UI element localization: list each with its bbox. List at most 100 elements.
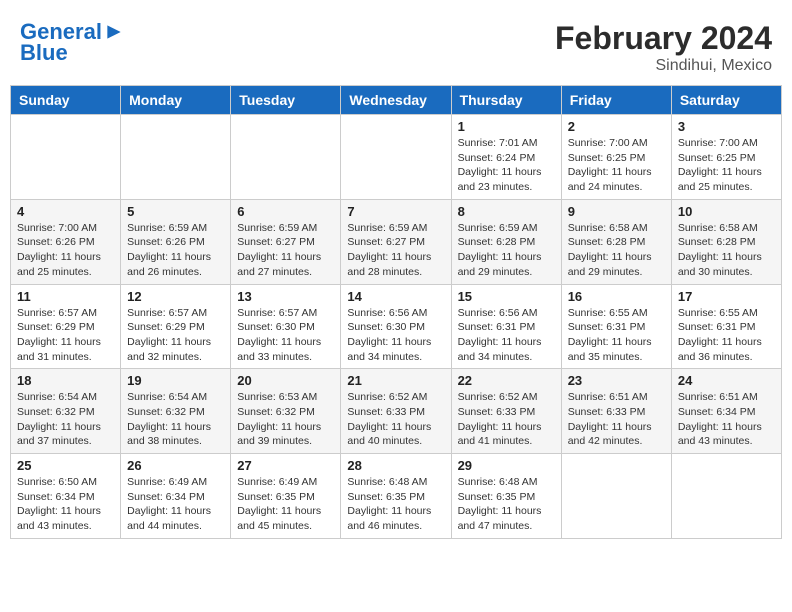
day-info: Sunrise: 6:52 AMSunset: 6:33 PMDaylight:… xyxy=(458,390,555,449)
calendar-cell: 29Sunrise: 6:48 AMSunset: 6:35 PMDayligh… xyxy=(451,454,561,539)
day-number: 6 xyxy=(237,204,334,219)
day-info: Sunrise: 6:51 AMSunset: 6:34 PMDaylight:… xyxy=(678,390,775,449)
day-info: Sunrise: 6:58 AMSunset: 6:28 PMDaylight:… xyxy=(568,221,665,280)
calendar-cell: 26 Sunrise: 6:49 AMSunset: 6:34 PMDayligh… xyxy=(121,454,231,539)
calendar-cell: 23 Sunrise: 6:51 AMSunset: 6:33 PMDayligh… xyxy=(561,369,671,454)
calendar-cell: 9 Sunrise: 6:58 AMSunset: 6:28 PMDaylight… xyxy=(561,199,671,284)
day-number: 25 xyxy=(17,458,114,473)
calendar-cell xyxy=(341,115,451,200)
day-info: Sunrise: 6:59 AMSunset: 6:26 PMDaylight:… xyxy=(127,221,224,280)
header: General Blue February 2024 Sindihui, Mex… xyxy=(10,10,782,80)
day-number: 5 xyxy=(127,204,224,219)
calendar-cell xyxy=(231,115,341,200)
day-number: 21 xyxy=(347,373,444,388)
day-info: Sunrise: 6:56 AMSunset: 6:30 PMDaylight:… xyxy=(347,306,444,365)
calendar-cell: 10 Sunrise: 6:58 AMSunset: 6:28 PMDayligh… xyxy=(671,199,781,284)
day-number: 20 xyxy=(237,373,334,388)
day-number: 23 xyxy=(568,373,665,388)
day-number: 13 xyxy=(237,289,334,304)
calendar-week-row: 18Sunrise: 6:54 AMSunset: 6:32 PMDayligh… xyxy=(11,369,782,454)
calendar-cell: 1 Sunrise: 7:01 AMSunset: 6:24 PMDaylight… xyxy=(451,115,561,200)
location-title: Sindihui, Mexico xyxy=(555,57,772,75)
day-number: 9 xyxy=(568,204,665,219)
calendar-cell: 16 Sunrise: 6:55 AMSunset: 6:31 PMDayligh… xyxy=(561,284,671,369)
calendar-table: SundayMondayTuesdayWednesdayThursdayFrid… xyxy=(10,85,782,539)
day-number: 27 xyxy=(237,458,334,473)
weekday-header-tuesday: Tuesday xyxy=(231,86,341,115)
day-number: 2 xyxy=(568,119,665,134)
day-info: Sunrise: 6:48 AMSunset: 6:35 PMDaylight:… xyxy=(347,475,444,534)
weekday-header-saturday: Saturday xyxy=(671,86,781,115)
day-number: 19 xyxy=(127,373,224,388)
calendar-cell: 2 Sunrise: 7:00 AMSunset: 6:25 PMDaylight… xyxy=(561,115,671,200)
calendar-week-row: 4 Sunrise: 7:00 AMSunset: 6:26 PMDaylight… xyxy=(11,199,782,284)
calendar-cell: 13 Sunrise: 6:57 AMSunset: 6:30 PMDayligh… xyxy=(231,284,341,369)
calendar-cell: 6 Sunrise: 6:59 AMSunset: 6:27 PMDaylight… xyxy=(231,199,341,284)
calendar-cell: 22 Sunrise: 6:52 AMSunset: 6:33 PMDayligh… xyxy=(451,369,561,454)
day-info: Sunrise: 6:49 AMSunset: 6:34 PMDaylight:… xyxy=(127,475,224,534)
calendar-cell: 20 Sunrise: 6:53 AMSunset: 6:32 PMDayligh… xyxy=(231,369,341,454)
weekday-header-sunday: Sunday xyxy=(11,86,121,115)
calendar-week-row: 11 Sunrise: 6:57 AMSunset: 6:29 PMDayligh… xyxy=(11,284,782,369)
day-number: 24 xyxy=(678,373,775,388)
day-info: Sunrise: 7:00 AMSunset: 6:25 PMDaylight:… xyxy=(568,136,665,195)
day-info: Sunrise: 6:50 AMSunset: 6:34 PMDaylight:… xyxy=(17,475,114,534)
calendar-cell xyxy=(11,115,121,200)
day-number: 3 xyxy=(678,119,775,134)
day-info: Sunrise: 6:56 AMSunset: 6:31 PMDaylight:… xyxy=(458,306,555,365)
day-info: Sunrise: 7:01 AMSunset: 6:24 PMDaylight:… xyxy=(458,136,555,195)
day-number: 1 xyxy=(458,119,555,134)
calendar-cell: 19 Sunrise: 6:54 AMSunset: 6:32 PMDayligh… xyxy=(121,369,231,454)
logo: General Blue xyxy=(20,20,124,66)
day-number: 15 xyxy=(458,289,555,304)
day-info: Sunrise: 6:57 AMSunset: 6:29 PMDaylight:… xyxy=(127,306,224,365)
logo-icon xyxy=(104,22,124,42)
day-info: Sunrise: 6:57 AMSunset: 6:30 PMDaylight:… xyxy=(237,306,334,365)
day-number: 10 xyxy=(678,204,775,219)
calendar-cell: 28 Sunrise: 6:48 AMSunset: 6:35 PMDayligh… xyxy=(341,454,451,539)
calendar-cell: 14 Sunrise: 6:56 AMSunset: 6:30 PMDayligh… xyxy=(341,284,451,369)
month-title: February 2024 xyxy=(555,20,772,57)
day-info: Sunrise: 6:59 AMSunset: 6:28 PMDaylight:… xyxy=(458,221,555,280)
calendar-cell: 4 Sunrise: 7:00 AMSunset: 6:26 PMDaylight… xyxy=(11,199,121,284)
weekday-header-thursday: Thursday xyxy=(451,86,561,115)
day-number: 28 xyxy=(347,458,444,473)
calendar-cell: 11Sunrise: 6:57 AMSunset: 6:29 PMDayligh… xyxy=(11,284,121,369)
day-number: 16 xyxy=(568,289,665,304)
weekday-header-monday: Monday xyxy=(121,86,231,115)
day-number: 7 xyxy=(347,204,444,219)
title-area: February 2024 Sindihui, Mexico xyxy=(555,20,772,75)
day-info: Sunrise: 7:00 AMSunset: 6:25 PMDaylight:… xyxy=(678,136,775,195)
day-info: Sunrise: 6:59 AMSunset: 6:27 PMDaylight:… xyxy=(347,221,444,280)
calendar-cell: 15 Sunrise: 6:56 AMSunset: 6:31 PMDayligh… xyxy=(451,284,561,369)
day-info: Sunrise: 6:59 AMSunset: 6:27 PMDaylight:… xyxy=(237,221,334,280)
calendar-cell xyxy=(121,115,231,200)
day-number: 29 xyxy=(458,458,555,473)
calendar-cell xyxy=(561,454,671,539)
day-info: Sunrise: 6:54 AMSunset: 6:32 PMDaylight:… xyxy=(127,390,224,449)
day-number: 11 xyxy=(17,289,114,304)
calendar-cell: 24 Sunrise: 6:51 AMSunset: 6:34 PMDayligh… xyxy=(671,369,781,454)
day-number: 17 xyxy=(678,289,775,304)
day-info: Sunrise: 6:52 AMSunset: 6:33 PMDaylight:… xyxy=(347,390,444,449)
calendar-cell: 21 Sunrise: 6:52 AMSunset: 6:33 PMDayligh… xyxy=(341,369,451,454)
calendar-cell: 18Sunrise: 6:54 AMSunset: 6:32 PMDayligh… xyxy=(11,369,121,454)
day-info: Sunrise: 6:55 AMSunset: 6:31 PMDaylight:… xyxy=(568,306,665,365)
weekday-header-friday: Friday xyxy=(561,86,671,115)
day-info: Sunrise: 6:49 AMSunset: 6:35 PMDaylight:… xyxy=(237,475,334,534)
day-number: 22 xyxy=(458,373,555,388)
calendar-cell: 8 Sunrise: 6:59 AMSunset: 6:28 PMDaylight… xyxy=(451,199,561,284)
calendar-cell: 17 Sunrise: 6:55 AMSunset: 6:31 PMDayligh… xyxy=(671,284,781,369)
day-number: 26 xyxy=(127,458,224,473)
day-info: Sunrise: 6:53 AMSunset: 6:32 PMDaylight:… xyxy=(237,390,334,449)
day-info: Sunrise: 6:58 AMSunset: 6:28 PMDaylight:… xyxy=(678,221,775,280)
day-number: 14 xyxy=(347,289,444,304)
calendar-cell xyxy=(671,454,781,539)
weekday-header-wednesday: Wednesday xyxy=(341,86,451,115)
day-number: 4 xyxy=(17,204,114,219)
day-info: Sunrise: 7:00 AMSunset: 6:26 PMDaylight:… xyxy=(17,221,114,280)
day-info: Sunrise: 6:55 AMSunset: 6:31 PMDaylight:… xyxy=(678,306,775,365)
calendar-cell: 12Sunrise: 6:57 AMSunset: 6:29 PMDayligh… xyxy=(121,284,231,369)
day-info: Sunrise: 6:51 AMSunset: 6:33 PMDaylight:… xyxy=(568,390,665,449)
day-number: 8 xyxy=(458,204,555,219)
